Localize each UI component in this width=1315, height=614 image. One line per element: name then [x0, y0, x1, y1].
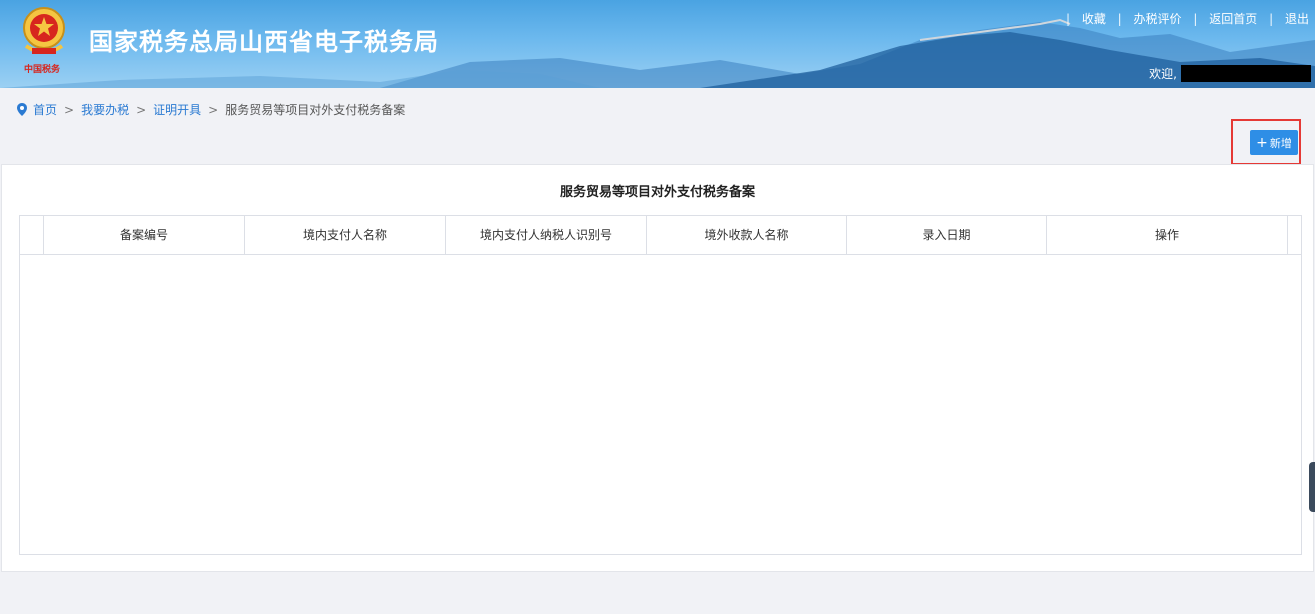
welcome-area: 欢迎,	[1149, 65, 1311, 82]
logout-link[interactable]: 退出	[1285, 12, 1309, 26]
separator: |	[1065, 12, 1070, 26]
chevron-right-icon: >	[208, 102, 219, 117]
add-button-highlight: + 新增	[1231, 119, 1301, 165]
separator: |	[1117, 12, 1122, 26]
side-float-tab[interactable]	[1309, 462, 1315, 512]
plus-icon: +	[1256, 134, 1268, 151]
seal-text: 中国税务	[24, 65, 61, 75]
breadcrumb-current: 服务贸易等项目对外支付税务备案	[225, 103, 406, 117]
col-domestic-payer-name: 境内支付人名称	[245, 216, 446, 254]
breadcrumb: 首页 > 我要办税 > 证明开具 > 服务贸易等项目对外支付税务备案	[17, 101, 405, 118]
top-links: | 收藏 | 办税评价 | 返回首页 | 退出	[1058, 10, 1309, 27]
col-domestic-payer-tax-id: 境内支付人纳税人识别号	[446, 216, 647, 254]
records-panel: 服务贸易等项目对外支付税务备案 备案编号 境内支付人名称 境内支付人纳税人识别号…	[1, 164, 1314, 572]
chevron-right-icon: >	[64, 102, 75, 117]
tax-emblem-icon	[23, 7, 65, 54]
redacted-username	[1181, 65, 1311, 82]
breadcrumb-home[interactable]: 首页	[33, 101, 57, 118]
home-link[interactable]: 返回首页	[1209, 12, 1257, 26]
scrollbar-gutter	[1288, 216, 1301, 254]
records-table: 备案编号 境内支付人名称 境内支付人纳税人识别号 境外收款人名称 录入日期 操作	[19, 215, 1302, 555]
col-entry-date: 录入日期	[847, 216, 1047, 254]
favorite-link[interactable]: 收藏	[1082, 12, 1106, 26]
chevron-right-icon: >	[136, 102, 147, 117]
add-button[interactable]: + 新增	[1250, 130, 1298, 155]
site-header: 中国税务 国家税务总局山西省电子税务局 | 收藏 | 办税评价 | 返回首页 |…	[0, 0, 1315, 88]
separator: |	[1193, 12, 1198, 26]
table-title: 服务贸易等项目对外支付税务备案	[559, 185, 755, 200]
col-filing-number: 备案编号	[44, 216, 245, 254]
rate-service-link[interactable]: 办税评价	[1134, 12, 1182, 26]
site-title: 国家税务总局山西省电子税务局	[89, 28, 439, 56]
col-actions: 操作	[1047, 216, 1288, 254]
table-body	[20, 255, 1301, 554]
welcome-label: 欢迎,	[1149, 67, 1177, 81]
separator: |	[1269, 12, 1274, 26]
location-pin-icon	[17, 103, 27, 116]
breadcrumb-certificates[interactable]: 证明开具	[153, 101, 201, 118]
add-button-label: 新增	[1269, 136, 1292, 150]
row-select-column	[20, 216, 44, 254]
breadcrumb-tax-handling[interactable]: 我要办税	[81, 101, 129, 118]
col-foreign-payee-name: 境外收款人名称	[647, 216, 847, 254]
table-header: 备案编号 境内支付人名称 境内支付人纳税人识别号 境外收款人名称 录入日期 操作	[20, 216, 1301, 255]
